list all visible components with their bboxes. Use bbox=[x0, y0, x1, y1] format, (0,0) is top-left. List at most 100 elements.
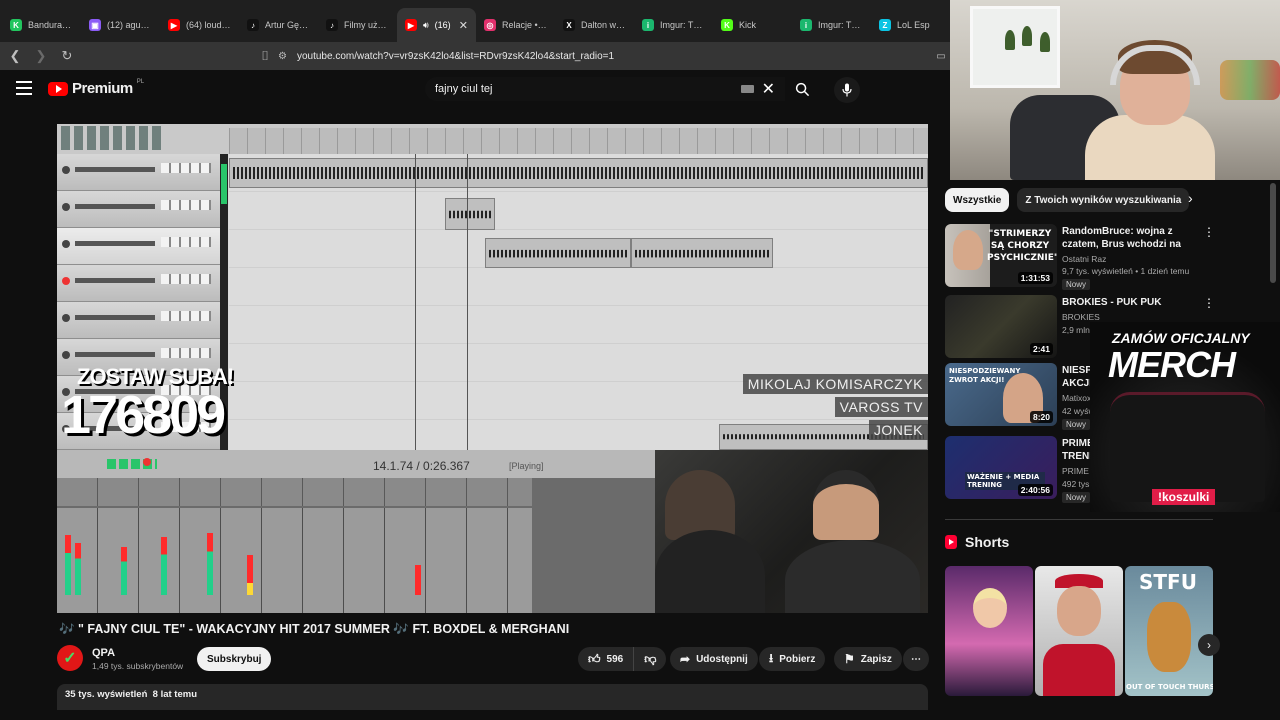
browser-tab[interactable]: i Imgur: The m bbox=[792, 8, 871, 42]
youtube-play-icon bbox=[48, 81, 68, 96]
tab-title: Imgur: The m bbox=[818, 20, 863, 30]
tab-favicon-icon: ▶ bbox=[405, 19, 417, 31]
video-thumbnail[interactable]: 2:41 bbox=[945, 295, 1057, 358]
like-button[interactable]: 👍︎ 596 bbox=[578, 647, 635, 671]
address-bar[interactable]: ⚙ youtube.com/watch?v=vr9zsK42lo4&list=R… bbox=[278, 46, 918, 66]
video-title[interactable]: BROKIES - PUK PUK bbox=[1062, 296, 1202, 309]
channel-name[interactable]: Matixox bbox=[1062, 393, 1091, 403]
tab-favicon-icon: ♪ bbox=[326, 19, 338, 31]
merch-overlay: ZAMÓW OFICJALNY MERCH !koszulki bbox=[1090, 322, 1280, 512]
video-thumbnail[interactable]: NIESPODZIEWANY ZWROT AKCJI! 8:20 bbox=[945, 363, 1057, 426]
chip-all[interactable]: Wszystkie bbox=[945, 188, 1010, 212]
download-icon: ⭳ bbox=[769, 650, 774, 665]
youtube-premium-logo[interactable]: Premium PL bbox=[48, 79, 144, 97]
recommended-video[interactable]: "STRIMERZY SĄ CHORZY PSYCHICZNIE" 1:31:5… bbox=[945, 224, 1215, 290]
shorts-next-button[interactable]: › bbox=[1198, 634, 1220, 656]
daw-transport bbox=[57, 450, 655, 478]
channel-name[interactable]: Ostatni Raz bbox=[1062, 254, 1106, 264]
site-settings-icon[interactable]: ⚙ bbox=[278, 51, 287, 62]
video-title[interactable]: RandomBruce: wojna z czatem, Brus wchodz… bbox=[1062, 225, 1202, 251]
browser-tab[interactable]: ▣ (12) agurin - bbox=[81, 8, 160, 42]
browser-tab-strip: K BanduraCartel ▣ (12) agurin - ▶ (64) loud I… bbox=[0, 0, 950, 42]
filter-chips: Wszystkie Z Twoich wyników wyszukiwania bbox=[945, 188, 1190, 212]
more-vert-icon[interactable]: ⋮ bbox=[1203, 296, 1215, 310]
subscribe-button[interactable]: Subskrybuj bbox=[197, 647, 272, 671]
tab-favicon-icon: K bbox=[10, 19, 22, 31]
browser-tab[interactable]: ♪ Artur Gębicz bbox=[239, 8, 318, 42]
browser-tab[interactable]: Z LoL Esp bbox=[871, 8, 950, 42]
daw-time-display: 14.1.74 / 0:26.367 bbox=[373, 459, 470, 473]
browser-tab[interactable]: K BanduraCartel bbox=[2, 8, 81, 42]
more-actions-button[interactable]: ⋯ bbox=[903, 647, 929, 671]
browser-tab[interactable]: ▶ 🔊︎ (16) ✕ bbox=[397, 8, 476, 42]
channel-name[interactable]: QPA bbox=[92, 647, 115, 659]
save-button[interactable]: ⚑ Zapisz bbox=[834, 647, 902, 671]
bookmark-icon[interactable]: ⌷ bbox=[252, 42, 278, 70]
tab-favicon-icon: X bbox=[563, 19, 575, 31]
tab-title: BanduraCartel bbox=[28, 20, 73, 30]
search-button[interactable] bbox=[785, 77, 819, 101]
download-button[interactable]: ⭳ Pobierz bbox=[759, 647, 826, 671]
channel-avatar[interactable] bbox=[57, 645, 83, 671]
youtube-header: Premium PL fajny ciul tej ✕ bbox=[0, 70, 950, 110]
video-duration: 2:40:56 bbox=[1017, 484, 1053, 496]
video-thumbnail[interactable]: WAŻENIE + MEDIA TRENING 2:40:56 bbox=[945, 436, 1057, 499]
search-query: fajny ciul tej bbox=[435, 83, 493, 95]
share-button[interactable]: ➦ Udostępnij bbox=[670, 647, 758, 671]
new-badge: Nowy bbox=[1062, 279, 1091, 290]
browser-tab[interactable]: ◎ Relacje • Insta bbox=[476, 8, 555, 42]
tab-title: (16) bbox=[434, 20, 451, 30]
save-playlist-icon: ⚑ bbox=[844, 652, 855, 666]
like-count: 596 bbox=[606, 653, 624, 665]
speaker-icon[interactable]: 🔊︎ bbox=[423, 20, 429, 31]
short-video[interactable] bbox=[1035, 566, 1123, 696]
new-badge: Nowy bbox=[1062, 419, 1091, 430]
video-title[interactable]: PRIME TRENI bbox=[1062, 437, 1092, 463]
video-meta: 2,9 mln bbox=[1062, 325, 1090, 335]
keyboard-icon[interactable] bbox=[740, 85, 754, 93]
share-label: Udostępnij bbox=[696, 653, 748, 665]
scrollbar[interactable] bbox=[1270, 183, 1276, 283]
short-video[interactable] bbox=[945, 566, 1033, 696]
merch-command: !koszulki bbox=[1152, 489, 1216, 505]
browser-tab[interactable]: K Kick bbox=[713, 8, 792, 42]
credit-label: MIKOLAJ KOMISARCZYK bbox=[742, 374, 928, 394]
clear-search-icon[interactable]: ✕ bbox=[762, 79, 775, 99]
daw-toolbar bbox=[57, 124, 928, 154]
channel-name[interactable]: BROKIES bbox=[1062, 312, 1100, 322]
browser-tab[interactable]: ▶ (64) loud Israel bbox=[160, 8, 239, 42]
video-thumbnail[interactable]: "STRIMERZY SĄ CHORZY PSYCHICZNIE" 1:31:5… bbox=[945, 224, 1057, 287]
tab-favicon-icon: i bbox=[642, 19, 654, 31]
shorts-header: Shorts bbox=[945, 534, 1009, 550]
short-overlay-text: OUT OF TOUCH THURS bbox=[1126, 683, 1213, 691]
video-player[interactable]: ZOSTAW SUBA! 176809 MIKOLAJ KOMISARCZYK V… bbox=[57, 124, 928, 613]
more-vert-icon[interactable]: ⋮ bbox=[1203, 225, 1215, 239]
section-divider bbox=[945, 519, 1213, 520]
chevron-right-icon: › bbox=[1207, 638, 1211, 652]
subscriber-counter-overlay: 176809 bbox=[61, 385, 226, 445]
shorts-title: Shorts bbox=[965, 534, 1010, 550]
menu-icon[interactable] bbox=[16, 81, 32, 95]
tab-title: Artur Gębicz bbox=[265, 20, 310, 30]
chip-from-search[interactable]: Z Twoich wyników wyszukiwania bbox=[1017, 188, 1190, 212]
video-title[interactable]: NIESPO AKCJI! bbox=[1062, 364, 1090, 390]
tab-title: Kick bbox=[739, 20, 757, 30]
search-input[interactable]: fajny ciul tej ✕ bbox=[425, 77, 785, 101]
browser-tab[interactable]: ♪ Filmy użytkow bbox=[318, 8, 397, 42]
save-label: Zapisz bbox=[860, 653, 892, 665]
thumbs-up-icon: 👍︎ bbox=[588, 651, 601, 666]
browser-tab[interactable]: i Imgur: The m bbox=[634, 8, 713, 42]
video-title: 🎶 " FAJNY CIUL TE" - WAKACYJNY HIT 2017 … bbox=[59, 622, 570, 636]
browser-tab[interactable]: X Dalton w serw bbox=[555, 8, 634, 42]
tab-close-icon[interactable]: ✕ bbox=[459, 19, 468, 32]
credits-overlay: MIKOLAJ KOMISARCZYK VAROSS TV JONEK bbox=[742, 374, 928, 440]
short-video[interactable]: STFU OUT OF TOUCH THURS bbox=[1125, 566, 1213, 696]
chevron-right-icon[interactable]: › bbox=[1188, 190, 1193, 206]
logo-text: Premium bbox=[72, 80, 133, 97]
dislike-button[interactable]: 👎︎ bbox=[634, 647, 666, 671]
forward-arrow-icon[interactable]: ❯ bbox=[28, 42, 54, 70]
voice-search-button[interactable] bbox=[834, 77, 860, 103]
description-box[interactable]: 35 tys. wyświetleń 8 lat temu bbox=[57, 684, 928, 710]
reload-icon[interactable]: ↻ bbox=[54, 42, 80, 70]
back-arrow-icon[interactable]: ❮ bbox=[2, 42, 28, 70]
